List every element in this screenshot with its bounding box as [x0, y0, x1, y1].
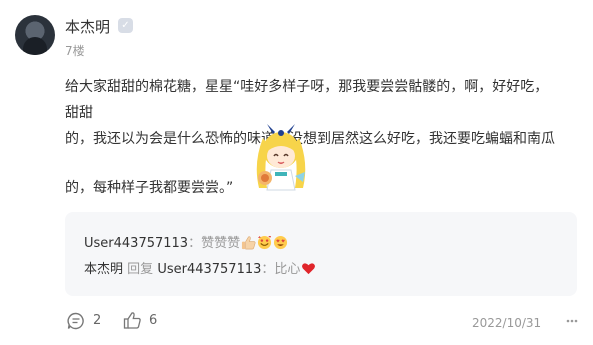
reply-username[interactable]: 本杰明 — [84, 262, 123, 277]
avatar[interactable] — [15, 15, 55, 55]
reply-text: 比心 — [274, 262, 301, 277]
comment-count: 2 — [93, 313, 102, 328]
reply-item: 本杰明 回复 User443757113：比心 — [84, 258, 316, 277]
reply-word: 回复 — [127, 262, 154, 277]
floor-number: 7楼 — [65, 44, 85, 58]
comment-icon[interactable] — [67, 312, 85, 330]
reply-box: User443757113：赞赞赞 本杰明 回复 User443757113：比… — [65, 212, 577, 296]
heart-eyes-emoji-icon — [274, 235, 288, 250]
reply-item: User443757113：赞赞赞 — [84, 232, 288, 251]
reply-separator: ： — [261, 262, 275, 277]
comment-username[interactable]: 本杰明 — [65, 16, 110, 37]
reply-text: 赞赞赞 — [201, 236, 241, 251]
anime-girl-sticker-icon — [256, 124, 306, 191]
verified-badge-icon: ✓ — [118, 18, 133, 33]
reply-separator: ： — [188, 236, 202, 251]
red-heart-emoji-icon — [302, 263, 316, 275]
like-count: 6 — [149, 313, 158, 328]
thumbs-up-emoji-icon — [242, 236, 256, 250]
smiling-hearts-emoji-icon — [258, 235, 272, 250]
comment-date: 2022/10/31 — [472, 316, 542, 330]
more-icon[interactable] — [566, 319, 578, 323]
comment-text-line: 的，每种样子我都要尝尝。” — [65, 180, 234, 196]
like-thumb-icon[interactable] — [123, 311, 142, 330]
reply-username[interactable]: User443757113 — [84, 236, 188, 251]
reply-target-username[interactable]: User443757113 — [157, 262, 261, 277]
